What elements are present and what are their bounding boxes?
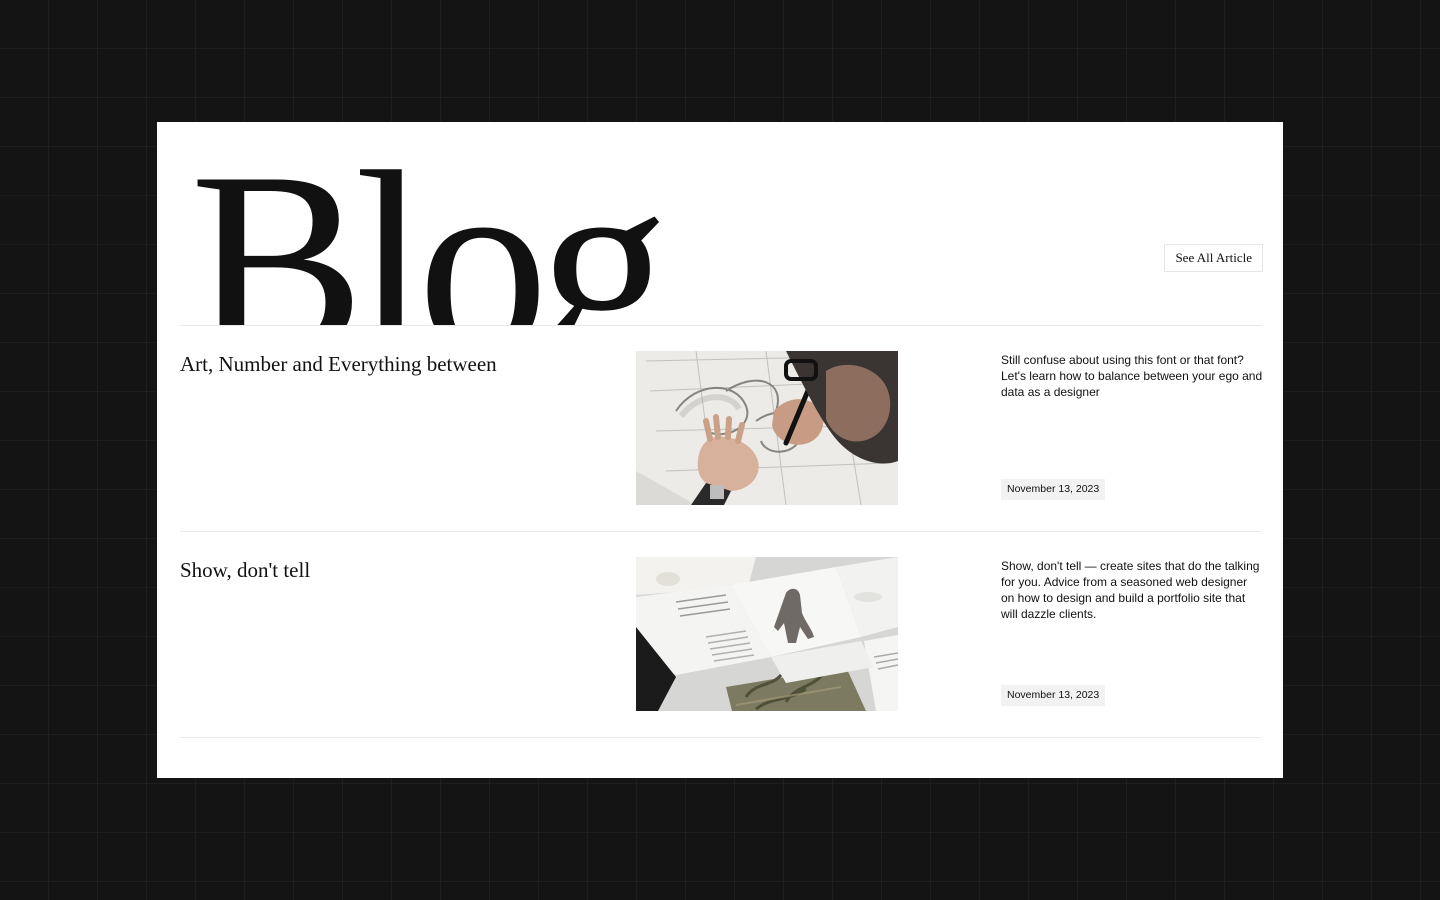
see-all-articles-button[interactable]: See All Article: [1164, 244, 1263, 272]
article-title[interactable]: Show, don't tell: [180, 558, 310, 582]
article-date-badge: November 13, 2023: [1001, 479, 1106, 500]
article-item[interactable]: Art, Number and Everything between Still…: [180, 326, 1262, 531]
article-title[interactable]: Art, Number and Everything between: [180, 352, 497, 376]
article-excerpt: Still confuse about using this font or t…: [1001, 353, 1263, 399]
divider: [180, 737, 1262, 738]
blog-card: Blog See All Article Art, Number and Eve…: [157, 122, 1283, 778]
article-date-badge: November 13, 2023: [1001, 685, 1106, 706]
article-thumbnail[interactable]: [636, 557, 898, 711]
page-title: Blog: [190, 122, 670, 326]
article-excerpt: Show, don't tell — create sites that do …: [1001, 559, 1260, 621]
article-item[interactable]: Show, don't tell Show, don't tell — crea…: [180, 532, 1262, 737]
blog-hero: Blog See All Article: [157, 122, 1283, 326]
article-thumbnail[interactable]: [636, 351, 898, 505]
